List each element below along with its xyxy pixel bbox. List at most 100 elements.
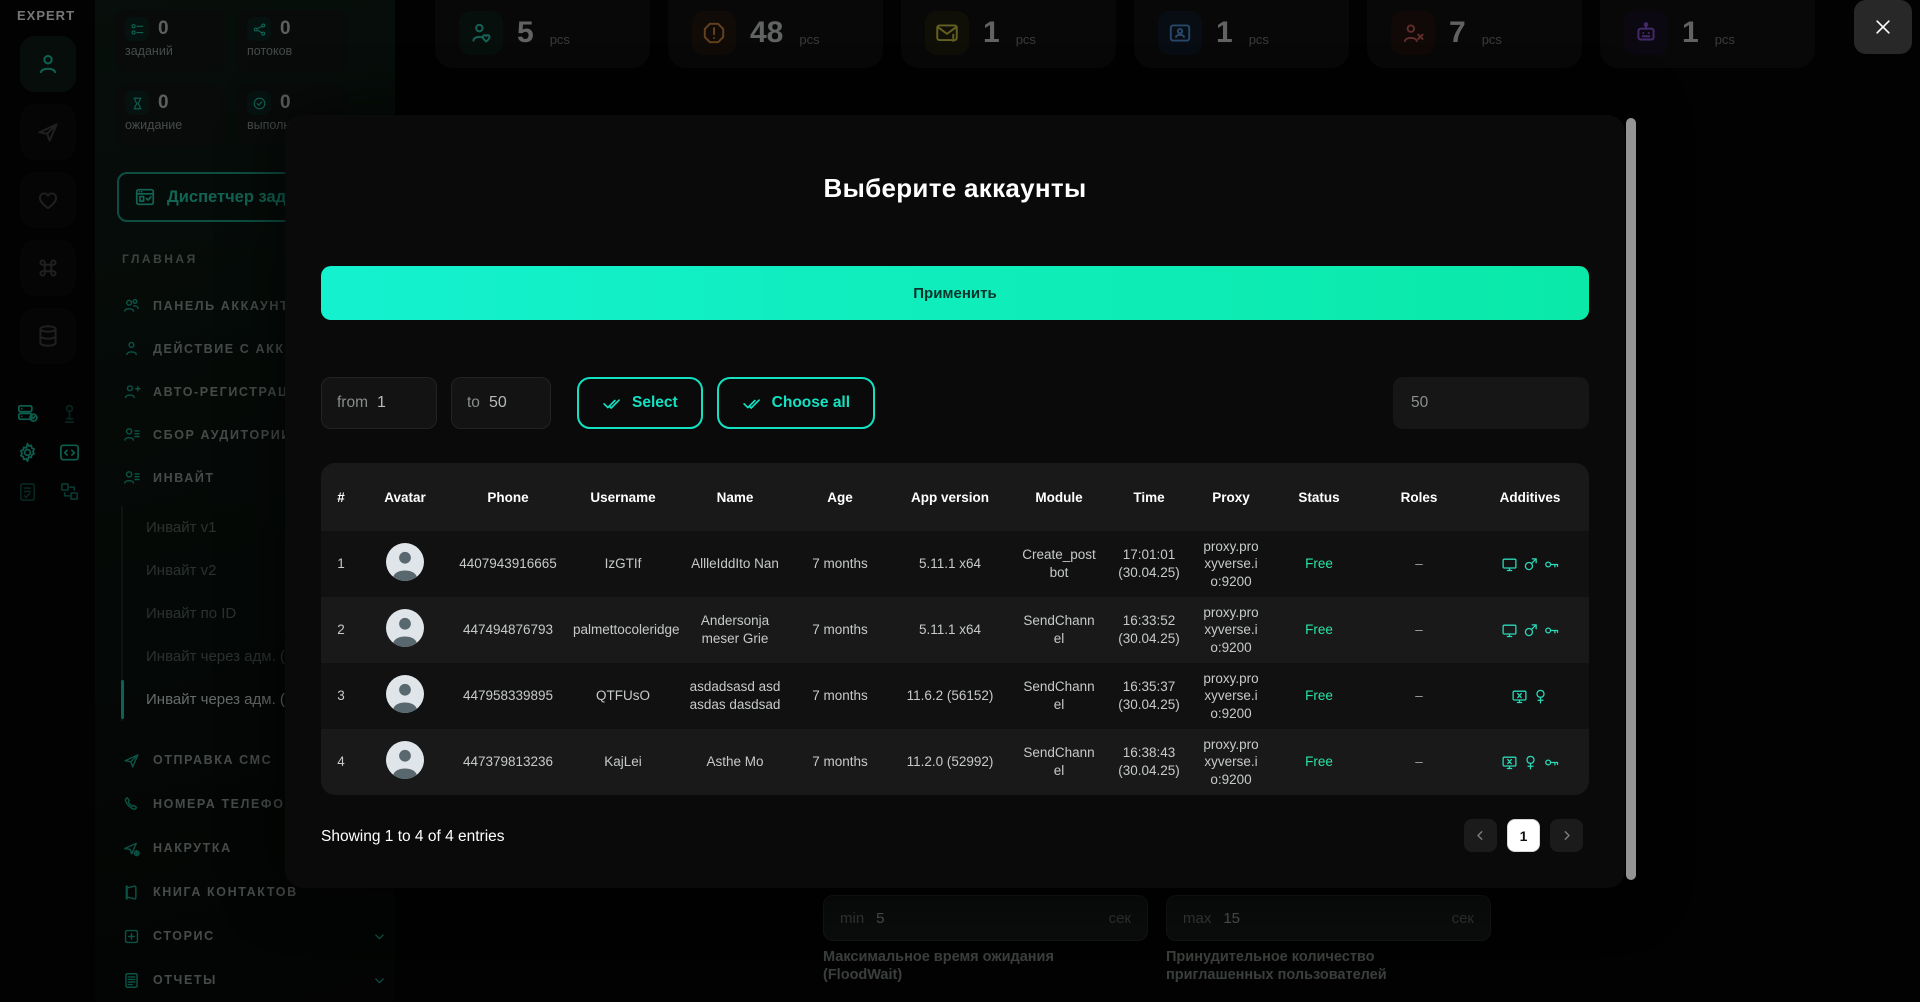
cell-time: 16:38:43(30.04.25) [1107,742,1191,781]
cell-additives [1471,620,1589,641]
cell-avatar [361,607,449,654]
close-icon [1873,17,1893,37]
limit-input[interactable] [1411,394,1571,412]
double-check-icon [742,393,762,413]
table-row[interactable]: 2 447494876793palmettocoleridgeAndersonja… [321,597,1589,663]
monitor-x-icon [1501,754,1518,771]
select-label: Select [632,394,678,412]
current-page-button[interactable]: 1 [1507,819,1540,852]
cell-avatar [361,673,449,720]
mars-icon [1522,622,1539,639]
select-button[interactable]: Select [577,377,703,429]
app-screen: EXPERT 0заданий0потоков0ожидание0выполн.… [0,0,1920,1002]
avatar [386,741,424,779]
cell-username: KajLei [567,751,679,773]
cell-time: 16:35:37(30.04.25) [1107,676,1191,715]
column-header: Username [567,490,679,505]
cell-app-version: 5.11.1 x64 [889,619,1011,641]
cell-module: Create_postbot [1011,544,1107,583]
cell-num: 2 [321,619,361,641]
entries-summary: Showing 1 to 4 of 4 entries [321,828,505,846]
cell-name: Andersonja meser Grie [679,610,791,649]
cell-roles: – [1367,619,1471,641]
monitor-icon [1501,622,1518,639]
cell-roles: – [1367,553,1471,575]
cell-num: 1 [321,553,361,575]
cell-age: 7 months [791,553,889,575]
cell-avatar [361,541,449,588]
table-body: 14407943916665IzGTIfAllleIddIto Nan7 mon… [321,531,1589,795]
avatar [386,543,424,581]
table-row[interactable]: 4447379813236KajLeiAsthe Mo7 months11.2.… [321,729,1589,795]
avatar [386,609,424,647]
table-row[interactable]: 14407943916665IzGTIfAllleIddIto Nan7 mon… [321,531,1589,597]
cell-status: Free [1271,751,1367,773]
close-button[interactable] [1854,0,1912,54]
cell-age: 7 months [791,619,889,641]
cell-module: SendChannel [1011,676,1107,715]
cell-time: 16:33:52(30.04.25) [1107,610,1191,649]
chevron-left-icon [1473,828,1488,843]
cell-proxy: proxy.proxyverse.io:9200 [1191,602,1271,659]
cell-proxy: proxy.proxyverse.io:9200 [1191,734,1271,791]
column-header: Roles [1367,490,1471,505]
cell-proxy: proxy.proxyverse.io:9200 [1191,668,1271,725]
column-header: Additives [1471,490,1589,505]
from-input[interactable] [377,394,411,412]
pagination: 1 [1464,819,1583,852]
to-input-group: to [451,377,551,429]
apply-button[interactable]: Применить [321,266,1589,320]
cell-status: Free [1271,553,1367,575]
cell-num: 3 [321,685,361,707]
cell-app-version: 11.2.0 (52992) [889,751,1011,773]
cell-module: SendChannel [1011,610,1107,649]
cell-roles: – [1367,751,1471,773]
modal-scrollbar[interactable] [1626,118,1636,880]
cell-time: 17:01:01(30.04.25) [1107,544,1191,583]
limit-input-group [1393,377,1589,429]
cell-proxy: proxy.proxyverse.io:9200 [1191,536,1271,593]
column-header: Status [1271,490,1367,505]
to-label: to [467,394,480,412]
monitor-x-icon [1511,688,1528,705]
column-header: App version [889,490,1011,505]
column-header: Time [1107,490,1191,505]
venus-icon [1522,754,1539,771]
cell-age: 7 months [791,751,889,773]
prev-page-button[interactable] [1464,819,1497,852]
cell-num: 4 [321,751,361,773]
next-page-button[interactable] [1550,819,1583,852]
key-icon [1543,754,1560,771]
table-header-row: #AvatarPhoneUsernameNameAgeApp versionMo… [321,463,1589,531]
avatar [386,675,424,713]
cell-status: Free [1271,685,1367,707]
cell-phone: 447494876793 [449,619,567,641]
cell-username: palmettocoleridge [567,619,679,641]
chevron-right-icon [1559,828,1574,843]
cell-additives [1471,752,1589,773]
select-accounts-modal: Выберите аккаунты Применить from to Sele… [285,115,1625,888]
column-header: Proxy [1191,490,1271,505]
mars-icon [1522,556,1539,573]
monitor-icon [1501,556,1518,573]
cell-phone: 447958339895 [449,685,567,707]
cell-name: Asthe Mo [679,751,791,773]
cell-additives [1471,686,1589,707]
cell-username: QTFUsO [567,685,679,707]
cell-app-version: 11.6.2 (56152) [889,685,1011,707]
cell-avatar [361,739,449,786]
cell-age: 7 months [791,685,889,707]
modal-controls: from to Select Choose all [321,376,1589,430]
from-input-group: from [321,377,437,429]
to-input[interactable] [489,394,523,412]
double-check-icon [602,393,622,413]
cell-username: IzGTIf [567,553,679,575]
choose-all-button[interactable]: Choose all [717,377,875,429]
column-header: Avatar [361,490,449,505]
column-header: Name [679,490,791,505]
table-row[interactable]: 3 447958339895QTFUsOasdadsasd asd asdas d… [321,663,1589,729]
key-icon [1543,622,1560,639]
column-header: Phone [449,490,567,505]
column-header: # [321,490,361,505]
cell-name: asdadsasd asd asdas dasdsad [679,676,791,715]
